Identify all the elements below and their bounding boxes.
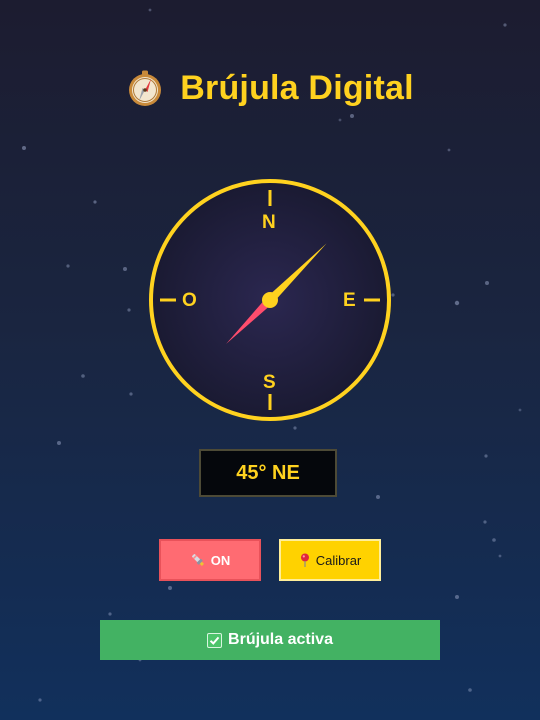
compass-logo-icon bbox=[129, 70, 162, 106]
direction-south-label: S bbox=[263, 372, 276, 393]
tick-west bbox=[160, 298, 176, 302]
check-icon bbox=[207, 632, 223, 648]
app-header: Brújula Digital bbox=[0, 64, 540, 112]
compass-dial: N E S O bbox=[148, 178, 392, 422]
direction-north-label: N bbox=[262, 212, 276, 233]
calibrate-label: Calibrar bbox=[315, 552, 362, 568]
calibrate-button[interactable]: Calibrar bbox=[279, 539, 381, 581]
toggle-on-button[interactable]: ON bbox=[159, 539, 261, 581]
direction-east-label: E bbox=[343, 290, 356, 311]
tick-east bbox=[364, 298, 380, 302]
status-text: Brújula activa bbox=[228, 631, 333, 648]
status-banner: Brújula activa bbox=[100, 620, 440, 660]
tick-north bbox=[268, 190, 272, 206]
page-title: Brújula Digital bbox=[180, 68, 414, 107]
flashlight-icon bbox=[191, 554, 204, 567]
needle-pivot bbox=[262, 292, 278, 308]
tick-south bbox=[268, 394, 272, 410]
toggle-on-label: ON bbox=[210, 552, 231, 568]
direction-west-label: O bbox=[182, 290, 197, 311]
pin-icon bbox=[300, 553, 309, 567]
heading-readout: 45° NE bbox=[199, 449, 337, 497]
